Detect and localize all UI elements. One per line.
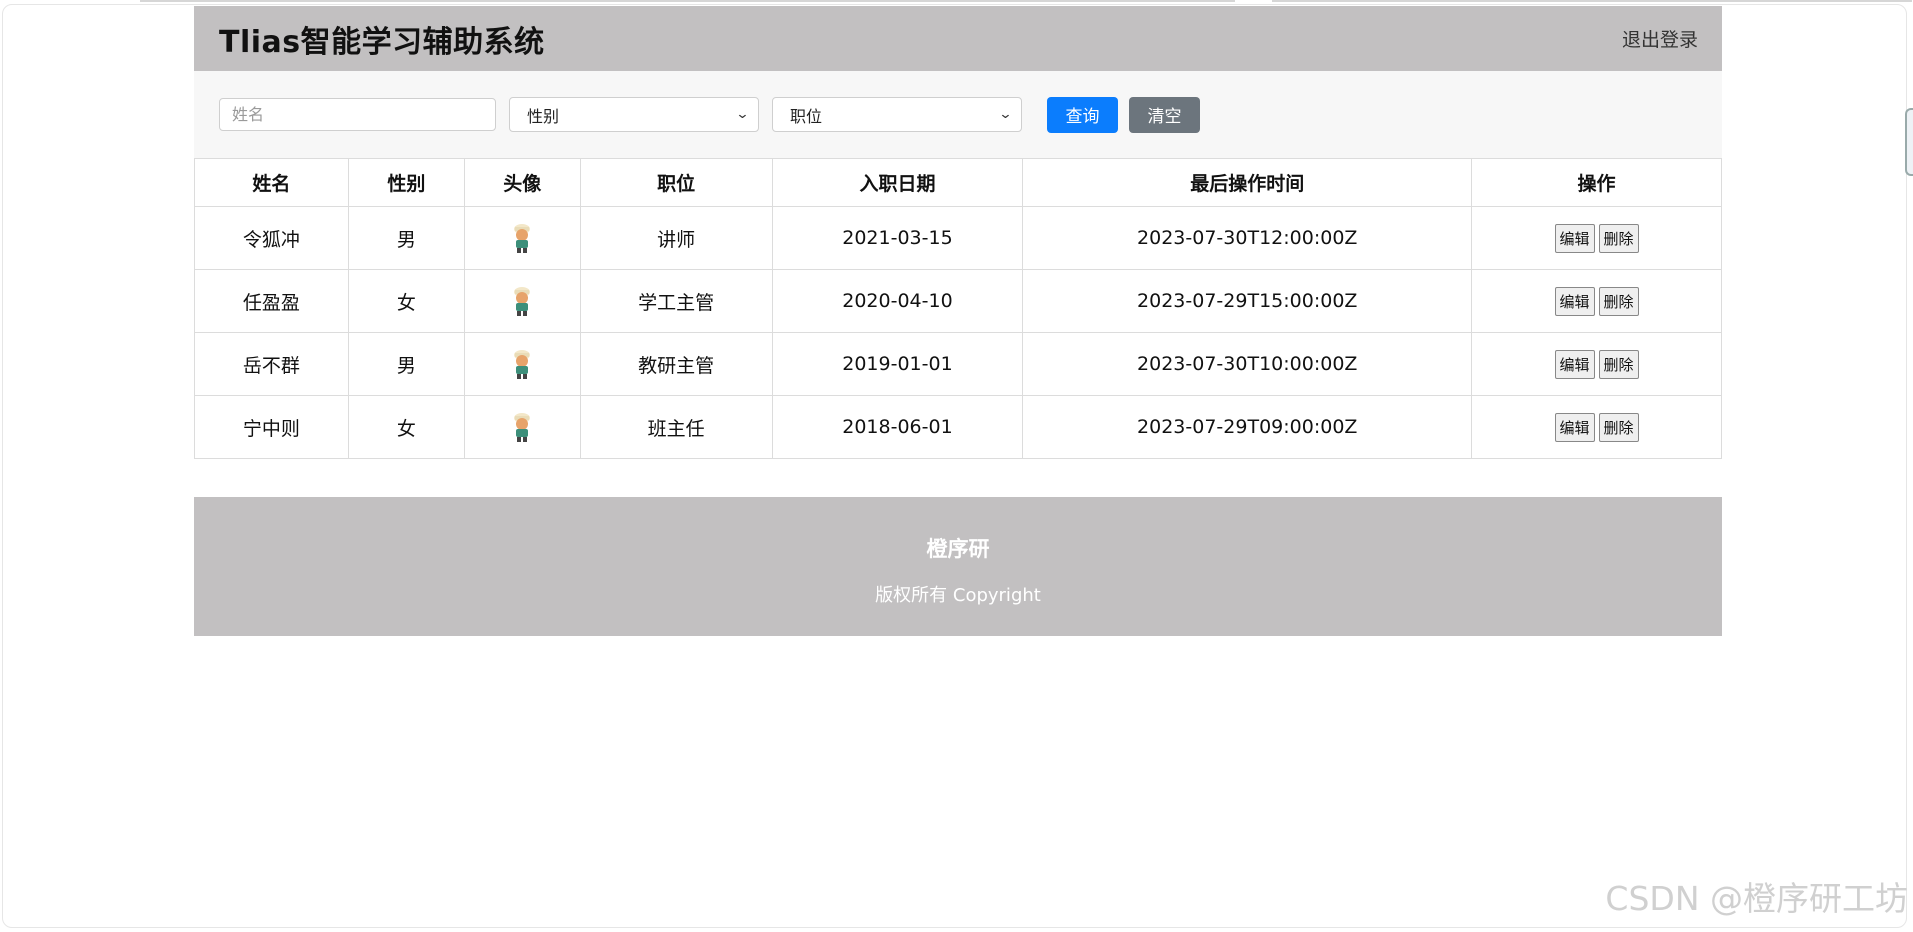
employee-table: 姓名 性别 头像 职位 入职日期 最后操作时间 操作 令狐冲 男 讲师 2021… <box>194 158 1722 459</box>
cell-position: 讲师 <box>579 206 773 270</box>
delete-button[interactable]: 删除 <box>1598 286 1639 316</box>
column-header: 头像 <box>463 158 581 207</box>
column-header: 最后操作时间 <box>1022 158 1473 207</box>
cell-position: 班主任 <box>579 395 773 459</box>
cell-avatar <box>463 395 581 459</box>
position-select-value: 职位 <box>790 106 823 126</box>
footer: 橙序研 版权所有 Copyright <box>194 497 1722 636</box>
clear-button[interactable]: 清空 <box>1129 96 1200 133</box>
cell-actions: 编辑 删除 <box>1471 395 1722 459</box>
table-row: 令狐冲 男 讲师 2021-03-15 2023-07-30T12:00:00Z… <box>194 206 1722 270</box>
cell-entry-date: 2018-06-01 <box>771 395 1024 459</box>
page-title: Tlias智能学习辅助系统 <box>219 24 545 60</box>
footer-copyright: 版权所有 Copyright <box>875 585 1041 606</box>
delete-button[interactable]: 删除 <box>1598 412 1639 442</box>
watermark: CSDN @橙序研工坊 <box>1605 879 1908 918</box>
column-header: 职位 <box>579 158 773 207</box>
column-header: 操作 <box>1471 158 1722 207</box>
avatar <box>510 285 534 317</box>
cell-gender: 男 <box>347 332 465 396</box>
avatar <box>510 348 534 380</box>
table-header-row: 姓名 性别 头像 职位 入职日期 最后操作时间 操作 <box>194 158 1722 207</box>
avatar <box>510 411 534 443</box>
cell-entry-date: 2021-03-15 <box>771 206 1024 270</box>
side-panel-handle[interactable] <box>1905 108 1913 176</box>
search-bar: 性别 ⌄ 职位 ⌄ 查询 清空 <box>194 71 1722 158</box>
cell-last-op: 2023-07-29T09:00:00Z <box>1022 395 1473 459</box>
cell-avatar <box>463 332 581 396</box>
table-row: 宁中则 女 班主任 2018-06-01 2023-07-29T09:00:00… <box>194 395 1722 459</box>
edit-button[interactable]: 编辑 <box>1554 223 1595 253</box>
column-header: 姓名 <box>194 158 349 207</box>
name-search-input[interactable] <box>219 98 496 131</box>
cell-position: 教研主管 <box>579 332 773 396</box>
tab-strip <box>140 0 1235 2</box>
cell-name: 宁中则 <box>194 395 349 459</box>
table-row: 岳不群 男 教研主管 2019-01-01 2023-07-30T10:00:0… <box>194 332 1722 396</box>
cell-avatar <box>463 206 581 270</box>
cell-last-op: 2023-07-30T10:00:00Z <box>1022 332 1473 396</box>
cell-name: 任盈盈 <box>194 269 349 333</box>
gender-select-value: 性别 <box>527 106 560 126</box>
cell-entry-date: 2020-04-10 <box>771 269 1024 333</box>
header-bar: Tlias智能学习辅助系统 退出登录 <box>194 6 1722 71</box>
position-select[interactable]: 职位 ⌄ <box>772 97 1022 132</box>
gender-select[interactable]: 性别 ⌄ <box>509 97 759 132</box>
cell-actions: 编辑 删除 <box>1471 206 1722 270</box>
cell-avatar <box>463 269 581 333</box>
delete-button[interactable]: 删除 <box>1598 349 1639 379</box>
cell-last-op: 2023-07-30T12:00:00Z <box>1022 206 1473 270</box>
cell-gender: 女 <box>347 395 465 459</box>
chevron-down-icon: ⌄ <box>998 107 1013 122</box>
logout-link[interactable]: 退出登录 <box>1622 25 1698 52</box>
app-container: Tlias智能学习辅助系统 退出登录 性别 ⌄ 职位 ⌄ 查询 清空 姓名 性别… <box>194 6 1722 636</box>
cell-entry-date: 2019-01-01 <box>771 332 1024 396</box>
cell-gender: 男 <box>347 206 465 270</box>
cell-name: 岳不群 <box>194 332 349 396</box>
query-button[interactable]: 查询 <box>1047 96 1118 133</box>
cell-actions: 编辑 删除 <box>1471 269 1722 333</box>
column-header: 入职日期 <box>771 158 1024 207</box>
cell-position: 学工主管 <box>579 269 773 333</box>
table-row: 任盈盈 女 学工主管 2020-04-10 2023-07-29T15:00:0… <box>194 269 1722 333</box>
edit-button[interactable]: 编辑 <box>1554 286 1595 316</box>
edit-button[interactable]: 编辑 <box>1554 349 1595 379</box>
chevron-down-icon: ⌄ <box>735 107 750 122</box>
cell-actions: 编辑 删除 <box>1471 332 1722 396</box>
tab-strip <box>1272 0 1912 2</box>
cell-last-op: 2023-07-29T15:00:00Z <box>1022 269 1473 333</box>
cell-gender: 女 <box>347 269 465 333</box>
column-header: 性别 <box>347 158 465 207</box>
footer-title: 橙序研 <box>926 537 990 561</box>
delete-button[interactable]: 删除 <box>1598 223 1639 253</box>
cell-name: 令狐冲 <box>194 206 349 270</box>
edit-button[interactable]: 编辑 <box>1554 412 1595 442</box>
avatar <box>510 222 534 254</box>
